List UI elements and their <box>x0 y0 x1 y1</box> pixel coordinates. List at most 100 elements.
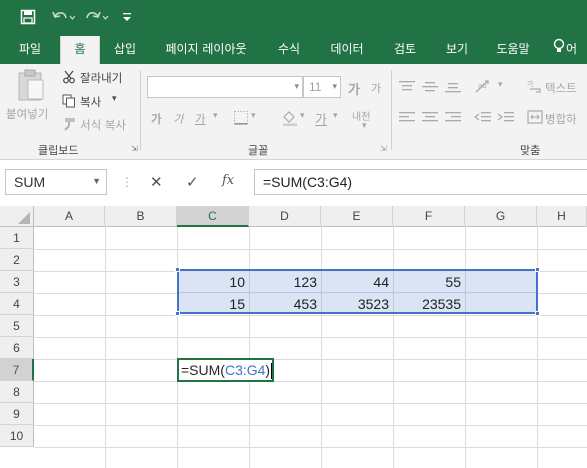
title-bar <box>0 0 587 32</box>
font-group-label: 글꼴 <box>248 144 269 157</box>
cell-f3[interactable]: 55 <box>393 271 465 293</box>
font-color-dropdown-icon[interactable]: ▾ <box>333 111 338 121</box>
name-box[interactable]: SUM ▼ <box>5 169 107 195</box>
underline-dropdown-icon[interactable]: ▾ <box>213 111 218 121</box>
text-cursor <box>271 363 273 380</box>
tab-review[interactable]: 검토 <box>384 36 426 64</box>
name-box-dropdown-icon[interactable]: ▼ <box>92 176 101 186</box>
increase-font-button[interactable]: 가 <box>348 79 360 98</box>
decrease-indent-icon[interactable] <box>474 110 492 127</box>
tab-formulas[interactable]: 수식 <box>268 36 310 64</box>
merge-center-button[interactable]: 병합하 <box>545 111 577 127</box>
column-header-c[interactable]: C <box>177 206 249 227</box>
cut-button[interactable]: 잘라내기 <box>80 70 122 86</box>
cancel-entry-icon[interactable]: ✕ <box>150 173 163 191</box>
range-resize-handle[interactable] <box>535 311 540 316</box>
cell-c3[interactable]: 10 <box>177 271 249 293</box>
increase-indent-icon[interactable] <box>497 110 515 127</box>
align-right-icon[interactable] <box>444 110 462 127</box>
column-header-f[interactable]: F <box>393 206 465 227</box>
fill-color-icon[interactable] <box>281 109 299 130</box>
insert-function-icon[interactable]: fx <box>222 173 234 188</box>
align-center-icon[interactable] <box>421 110 439 127</box>
row-header-5[interactable]: 5 <box>0 315 34 337</box>
orientation-dropdown-icon[interactable]: ▾ <box>498 80 503 90</box>
tab-file[interactable]: 파일 <box>8 36 52 64</box>
align-top-icon[interactable] <box>398 80 416 97</box>
font-size-select[interactable]: 11 ▾ <box>303 76 341 98</box>
align-bottom-icon[interactable] <box>444 80 462 97</box>
column-header-d[interactable]: D <box>249 206 321 227</box>
copy-button[interactable]: 복사 <box>80 94 101 110</box>
row-header-10[interactable]: 10 <box>0 425 34 447</box>
alignment-group-label: 맞춤 <box>520 144 541 157</box>
orientation-icon[interactable]: ab <box>474 78 496 97</box>
formula-prefix: =SUM( <box>181 362 225 378</box>
tab-home[interactable]: 홈 <box>60 36 100 64</box>
row-header-2[interactable]: 2 <box>0 249 34 271</box>
cell-d3[interactable]: 123 <box>249 271 321 293</box>
align-middle-icon[interactable] <box>421 80 439 97</box>
cell-e4[interactable]: 3523 <box>321 293 393 315</box>
merge-center-icon <box>527 109 543 128</box>
row-header-8[interactable]: 8 <box>0 381 34 403</box>
customize-icon[interactable] <box>120 8 134 26</box>
active-cell-c7[interactable]: =SUM(C3:G4) <box>177 358 274 382</box>
tab-data[interactable]: 데이터 <box>322 36 372 64</box>
wrap-text-button[interactable]: 텍스트 <box>545 80 577 96</box>
italic-button[interactable]: 가 <box>173 111 184 127</box>
column-header-h[interactable]: H <box>537 206 587 227</box>
fill-color-dropdown-icon[interactable]: ▾ <box>300 111 305 121</box>
formula-bar: SUM ▼ ⋮ ✕ ✓ fx =SUM(C3:G4) <box>0 160 587 206</box>
row-header-9[interactable]: 9 <box>0 403 34 425</box>
svg-text:가: 가 <box>527 79 534 88</box>
formula-range-ref: C3:G4 <box>224 362 266 378</box>
column-header-a[interactable]: A <box>34 206 105 227</box>
column-header-g[interactable]: G <box>465 206 537 227</box>
border-icon[interactable] <box>233 110 249 129</box>
cell-f4[interactable]: 23535 <box>393 293 465 315</box>
tab-page-layout[interactable]: 페이지 레이아웃 <box>156 36 256 64</box>
paste-button[interactable]: 붙여넣기 <box>6 106 48 122</box>
phonetic-dropdown-icon[interactable]: ▾ <box>362 121 367 131</box>
column-header-e[interactable]: E <box>321 206 393 227</box>
align-left-icon[interactable] <box>398 110 416 127</box>
copy-dropdown-icon[interactable]: ▾ <box>112 94 117 104</box>
cell-c4[interactable]: 15 <box>177 293 249 315</box>
save-icon[interactable] <box>18 8 38 26</box>
undo-icon[interactable] <box>50 8 76 26</box>
bold-button[interactable]: 가 <box>151 111 162 127</box>
row-header-6[interactable]: 6 <box>0 337 34 359</box>
tab-view[interactable]: 보기 <box>436 36 478 64</box>
redo-icon[interactable] <box>84 8 110 26</box>
tell-me[interactable]: 어 <box>552 36 587 64</box>
decrease-font-button[interactable]: 가 <box>371 80 381 96</box>
font-color-icon[interactable]: 가 <box>315 109 327 128</box>
tab-insert[interactable]: 삽입 <box>104 36 146 64</box>
clipboard-launcher-icon[interactable]: ⇲ <box>131 144 138 153</box>
gridline <box>34 447 587 448</box>
gridline <box>34 315 587 316</box>
underline-button[interactable]: 가 <box>195 111 206 127</box>
worksheet-grid[interactable]: A B C D E F G H 1 2 3 4 5 6 7 8 9 10 10 … <box>0 206 587 468</box>
row-header-4[interactable]: 4 <box>0 293 34 315</box>
cell-e3[interactable]: 44 <box>321 271 393 293</box>
font-name-select[interactable]: ▾ <box>147 76 303 98</box>
column-header-b[interactable]: B <box>105 206 177 227</box>
formula-input[interactable]: =SUM(C3:G4) <box>254 169 587 195</box>
select-all-corner[interactable] <box>0 206 34 227</box>
paste-icon[interactable] <box>16 68 46 105</box>
gridline <box>465 227 466 468</box>
row-header-3[interactable]: 3 <box>0 271 34 293</box>
ribbon-separator <box>391 70 392 150</box>
confirm-entry-icon[interactable]: ✓ <box>186 173 199 191</box>
format-painter-button[interactable]: 서식 복사 <box>80 117 126 133</box>
tab-help[interactable]: 도움말 <box>488 36 538 64</box>
cell-d4[interactable]: 453 <box>249 293 321 315</box>
row-header-1[interactable]: 1 <box>0 227 34 249</box>
font-launcher-icon[interactable]: ⇲ <box>380 144 387 153</box>
gridline <box>34 425 587 426</box>
range-resize-handle[interactable] <box>535 267 540 272</box>
row-header-7[interactable]: 7 <box>0 359 34 381</box>
border-dropdown-icon[interactable]: ▾ <box>251 111 256 121</box>
